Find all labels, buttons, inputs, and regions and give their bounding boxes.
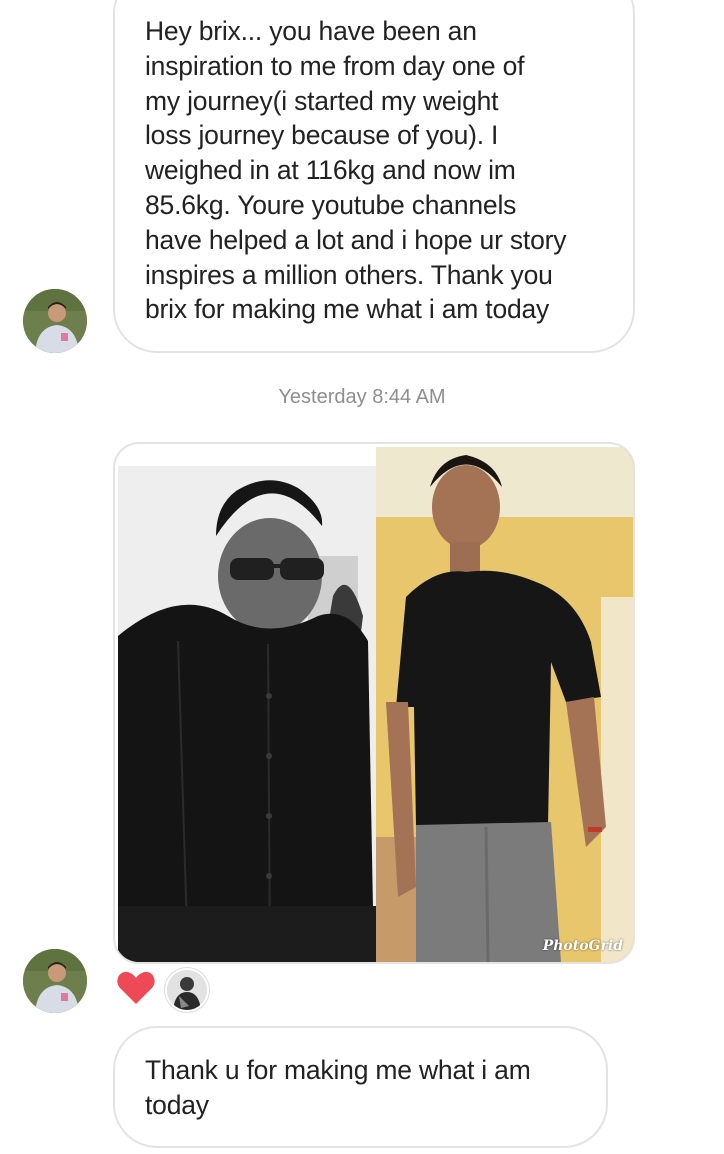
message-line: have helped a lot and i hope ur story <box>145 224 567 255</box>
heart-icon <box>117 971 155 1004</box>
sender-avatar[interactable] <box>23 289 87 353</box>
message-line: inspiration to me from day one of <box>145 50 525 81</box>
message-line: Hey brix... you have been an <box>145 16 477 46</box>
message-line: loss journey because of you). I <box>145 120 499 151</box>
reactor-avatar-image <box>167 970 207 1010</box>
after-photo-image <box>376 447 633 962</box>
after-photo: PhotoGrid <box>376 447 633 962</box>
message-line: my journey(i started my weight <box>145 85 499 116</box>
message-text: Thank u for making me what i am today <box>145 1053 595 1123</box>
message-line: 85.6kg. Youre youtube channels <box>145 189 517 220</box>
photogrid-watermark: PhotoGrid <box>542 938 623 954</box>
avatar-image <box>23 949 87 1013</box>
message-text: Hey brix... you have been an inspiration… <box>145 14 625 327</box>
message-line: weighed in at 116kg and now im <box>145 155 516 186</box>
message-line: brix for making me what i am today <box>145 294 550 325</box>
photo-message[interactable]: PhotoGrid <box>113 442 635 964</box>
message-line: inspires a million others. Thank you <box>145 259 553 290</box>
avatar-image <box>23 289 87 353</box>
reactor-avatar[interactable] <box>165 968 209 1012</box>
sender-avatar[interactable] <box>23 949 87 1013</box>
message-line: today <box>145 1089 209 1120</box>
message-timestamp: Yesterday 8:44 AM <box>278 386 446 408</box>
message-line: Thank u for making me what i am <box>145 1055 531 1085</box>
heart-reaction-icon[interactable] <box>116 970 156 1006</box>
